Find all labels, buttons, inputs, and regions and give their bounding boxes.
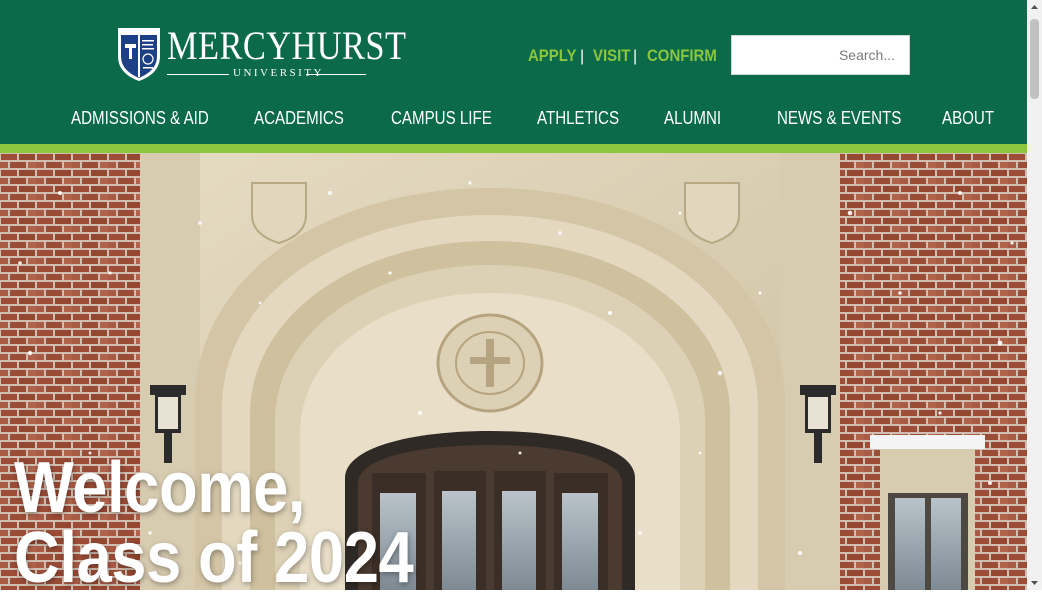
hero-title-line-1: Welcome,: [14, 448, 306, 528]
nav-item-about[interactable]: ABOUT: [942, 104, 994, 132]
logo-rule-left: [167, 74, 229, 75]
separator: |: [633, 48, 638, 65]
scroll-up-arrow-icon[interactable]: [1027, 0, 1042, 15]
search-input[interactable]: [732, 36, 909, 74]
nav-item-news-events[interactable]: NEWS & EVENTS: [777, 104, 901, 132]
scroll-thumb[interactable]: [1030, 19, 1039, 99]
confirm-link[interactable]: CONFIRM: [647, 44, 717, 68]
logo-subtitle: UNIVERSITY: [233, 67, 324, 79]
apply-link[interactable]: APPLY: [528, 44, 577, 68]
page-scrollbar[interactable]: [1027, 0, 1042, 590]
nav-item-athletics[interactable]: ATHLETICS: [537, 104, 619, 132]
page: MERCYHURST UNIVERSITY APPLY | VISIT | CO…: [0, 0, 1027, 590]
visit-link[interactable]: VISIT: [593, 44, 630, 68]
nav-item-alumni[interactable]: ALUMNI: [664, 104, 721, 132]
university-crest-icon: [118, 28, 160, 81]
hero-title-line-2: Class of 2024: [14, 518, 414, 590]
hero-title: Welcome, Class of 2024: [14, 448, 414, 590]
logo-wordmark: MERCYHURST: [167, 23, 407, 68]
nav-item-admissions[interactable]: ADMISSIONS & AID: [71, 104, 209, 132]
main-nav: ADMISSIONS & AID ACADEMICS CAMPUS LIFE A…: [0, 104, 1027, 132]
scroll-down-arrow-icon[interactable]: [1027, 575, 1042, 590]
hero-banner: Welcome, Class of 2024: [0, 153, 1027, 590]
university-logo[interactable]: MERCYHURST UNIVERSITY: [116, 24, 406, 84]
nav-item-academics[interactable]: ACADEMICS: [254, 104, 344, 132]
separator: |: [580, 48, 585, 65]
nav-item-campus-life[interactable]: CAMPUS LIFE: [391, 104, 492, 132]
accent-bar: [0, 144, 1027, 153]
site-header: MERCYHURST UNIVERSITY APPLY | VISIT | CO…: [0, 0, 1027, 144]
search-box: [731, 35, 910, 75]
